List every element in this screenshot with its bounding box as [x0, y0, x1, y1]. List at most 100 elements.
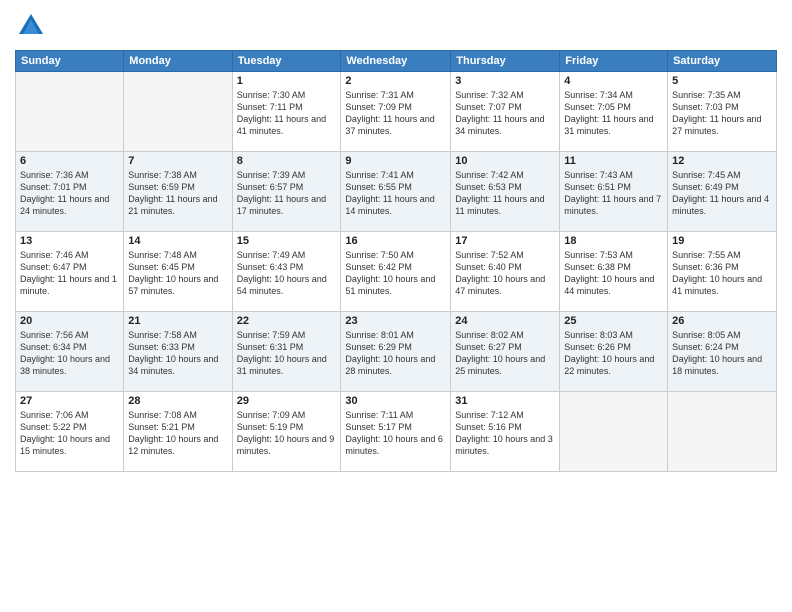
day-info: Sunrise: 7:09 AMSunset: 5:19 PMDaylight:… [237, 409, 337, 458]
day-number: 2 [345, 75, 446, 87]
day-number: 23 [345, 315, 446, 327]
calendar-cell: 2 Sunrise: 7:31 AMSunset: 7:09 PMDaylight… [341, 72, 451, 152]
calendar-cell [560, 392, 668, 472]
header [15, 10, 777, 42]
day-number: 22 [237, 315, 337, 327]
day-number: 21 [128, 315, 227, 327]
day-info: Sunrise: 7:42 AMSunset: 6:53 PMDaylight:… [455, 169, 555, 218]
weekday-header-wednesday: Wednesday [341, 51, 451, 72]
day-info: Sunrise: 7:38 AMSunset: 6:59 PMDaylight:… [128, 169, 227, 218]
calendar-cell: 23 Sunrise: 8:01 AMSunset: 6:29 PMDayligh… [341, 312, 451, 392]
day-info: Sunrise: 7:36 AMSunset: 7:01 PMDaylight:… [20, 169, 119, 218]
day-number: 6 [20, 155, 119, 167]
calendar-cell: 14 Sunrise: 7:48 AMSunset: 6:45 PMDayligh… [124, 232, 232, 312]
calendar: SundayMondayTuesdayWednesdayThursdayFrid… [15, 50, 777, 472]
day-info: Sunrise: 7:06 AMSunset: 5:22 PMDaylight:… [20, 409, 119, 458]
calendar-row-2: 13Sunrise: 7:46 AMSunset: 6:47 PMDayligh… [16, 232, 777, 312]
day-info: Sunrise: 7:12 AMSunset: 5:16 PMDaylight:… [455, 409, 555, 458]
calendar-cell: 10 Sunrise: 7:42 AMSunset: 6:53 PMDayligh… [451, 152, 560, 232]
day-number: 17 [455, 235, 555, 247]
weekday-header-sunday: Sunday [16, 51, 124, 72]
calendar-cell [124, 72, 232, 152]
calendar-cell: 24 Sunrise: 8:02 AMSunset: 6:27 PMDayligh… [451, 312, 560, 392]
day-info: Sunrise: 7:35 AMSunset: 7:03 PMDaylight:… [672, 89, 772, 138]
calendar-cell: 15 Sunrise: 7:49 AMSunset: 6:43 PMDayligh… [232, 232, 341, 312]
day-number: 30 [345, 395, 446, 407]
calendar-cell: 7 Sunrise: 7:38 AMSunset: 6:59 PMDaylight… [124, 152, 232, 232]
day-number: 24 [455, 315, 555, 327]
calendar-cell: 26 Sunrise: 8:05 AMSunset: 6:24 PMDayligh… [668, 312, 777, 392]
day-info: Sunrise: 7:11 AMSunset: 5:17 PMDaylight:… [345, 409, 446, 458]
calendar-cell: 29 Sunrise: 7:09 AMSunset: 5:19 PMDayligh… [232, 392, 341, 472]
day-info: Sunrise: 7:43 AMSunset: 6:51 PMDaylight:… [564, 169, 663, 218]
day-number: 8 [237, 155, 337, 167]
calendar-row-0: 1Sunrise: 7:30 AMSunset: 7:11 PMDaylight… [16, 72, 777, 152]
calendar-row-1: 6 Sunrise: 7:36 AMSunset: 7:01 PMDaylight… [16, 152, 777, 232]
calendar-cell: 6 Sunrise: 7:36 AMSunset: 7:01 PMDaylight… [16, 152, 124, 232]
day-info: Sunrise: 7:59 AMSunset: 6:31 PMDaylight:… [237, 329, 337, 378]
weekday-header-thursday: Thursday [451, 51, 560, 72]
day-info: Sunrise: 7:34 AMSunset: 7:05 PMDaylight:… [564, 89, 663, 138]
day-info: Sunrise: 7:48 AMSunset: 6:45 PMDaylight:… [128, 249, 227, 298]
day-number: 5 [672, 75, 772, 87]
weekday-header-tuesday: Tuesday [232, 51, 341, 72]
day-info: Sunrise: 7:53 AMSunset: 6:38 PMDaylight:… [564, 249, 663, 298]
day-info: Sunrise: 8:05 AMSunset: 6:24 PMDaylight:… [672, 329, 772, 378]
day-info: Sunrise: 7:39 AMSunset: 6:57 PMDaylight:… [237, 169, 337, 218]
day-info: Sunrise: 7:58 AMSunset: 6:33 PMDaylight:… [128, 329, 227, 378]
calendar-row-4: 27 Sunrise: 7:06 AMSunset: 5:22 PMDayligh… [16, 392, 777, 472]
day-number: 15 [237, 235, 337, 247]
day-info: Sunrise: 7:55 AMSunset: 6:36 PMDaylight:… [672, 249, 772, 298]
day-number: 26 [672, 315, 772, 327]
day-number: 3 [455, 75, 555, 87]
calendar-cell: 8 Sunrise: 7:39 AMSunset: 6:57 PMDaylight… [232, 152, 341, 232]
calendar-cell: 21 Sunrise: 7:58 AMSunset: 6:33 PMDayligh… [124, 312, 232, 392]
weekday-header-monday: Monday [124, 51, 232, 72]
day-info: Sunrise: 7:45 AMSunset: 6:49 PMDaylight:… [672, 169, 772, 218]
logo-icon [15, 10, 47, 42]
day-number: 7 [128, 155, 227, 167]
calendar-cell: 4 Sunrise: 7:34 AMSunset: 7:05 PMDaylight… [560, 72, 668, 152]
day-number: 4 [564, 75, 663, 87]
day-info: Sunrise: 8:01 AMSunset: 6:29 PMDaylight:… [345, 329, 446, 378]
day-number: 14 [128, 235, 227, 247]
day-number: 19 [672, 235, 772, 247]
day-number: 11 [564, 155, 663, 167]
day-info: Sunrise: 8:03 AMSunset: 6:26 PMDaylight:… [564, 329, 663, 378]
day-info: Sunrise: 7:31 AMSunset: 7:09 PMDaylight:… [345, 89, 446, 138]
calendar-cell: 30 Sunrise: 7:11 AMSunset: 5:17 PMDayligh… [341, 392, 451, 472]
calendar-cell [668, 392, 777, 472]
day-number: 25 [564, 315, 663, 327]
calendar-cell: 25 Sunrise: 8:03 AMSunset: 6:26 PMDayligh… [560, 312, 668, 392]
day-number: 16 [345, 235, 446, 247]
weekday-header-row: SundayMondayTuesdayWednesdayThursdayFrid… [16, 51, 777, 72]
calendar-cell: 19 Sunrise: 7:55 AMSunset: 6:36 PMDayligh… [668, 232, 777, 312]
calendar-cell: 22 Sunrise: 7:59 AMSunset: 6:31 PMDayligh… [232, 312, 341, 392]
day-number: 27 [20, 395, 119, 407]
day-number: 29 [237, 395, 337, 407]
day-number: 28 [128, 395, 227, 407]
day-number: 12 [672, 155, 772, 167]
day-info: Sunrise: 7:32 AMSunset: 7:07 PMDaylight:… [455, 89, 555, 138]
day-info: Sunrise: 7:49 AMSunset: 6:43 PMDaylight:… [237, 249, 337, 298]
weekday-header-friday: Friday [560, 51, 668, 72]
day-info: Sunrise: 7:52 AMSunset: 6:40 PMDaylight:… [455, 249, 555, 298]
calendar-cell: 16 Sunrise: 7:50 AMSunset: 6:42 PMDayligh… [341, 232, 451, 312]
calendar-cell: 12 Sunrise: 7:45 AMSunset: 6:49 PMDayligh… [668, 152, 777, 232]
day-info: Sunrise: 7:46 AMSunset: 6:47 PMDaylight:… [20, 249, 119, 298]
calendar-cell: 13Sunrise: 7:46 AMSunset: 6:47 PMDayligh… [16, 232, 124, 312]
day-number: 31 [455, 395, 555, 407]
calendar-cell: 17 Sunrise: 7:52 AMSunset: 6:40 PMDayligh… [451, 232, 560, 312]
day-info: Sunrise: 7:50 AMSunset: 6:42 PMDaylight:… [345, 249, 446, 298]
calendar-cell [16, 72, 124, 152]
calendar-cell: 11 Sunrise: 7:43 AMSunset: 6:51 PMDayligh… [560, 152, 668, 232]
logo [15, 10, 51, 42]
day-number: 18 [564, 235, 663, 247]
calendar-cell: 28Sunrise: 7:08 AMSunset: 5:21 PMDayligh… [124, 392, 232, 472]
day-number: 10 [455, 155, 555, 167]
day-info: Sunrise: 8:02 AMSunset: 6:27 PMDaylight:… [455, 329, 555, 378]
calendar-cell: 18 Sunrise: 7:53 AMSunset: 6:38 PMDayligh… [560, 232, 668, 312]
page: SundayMondayTuesdayWednesdayThursdayFrid… [0, 0, 792, 612]
calendar-cell: 5 Sunrise: 7:35 AMSunset: 7:03 PMDaylight… [668, 72, 777, 152]
day-number: 20 [20, 315, 119, 327]
